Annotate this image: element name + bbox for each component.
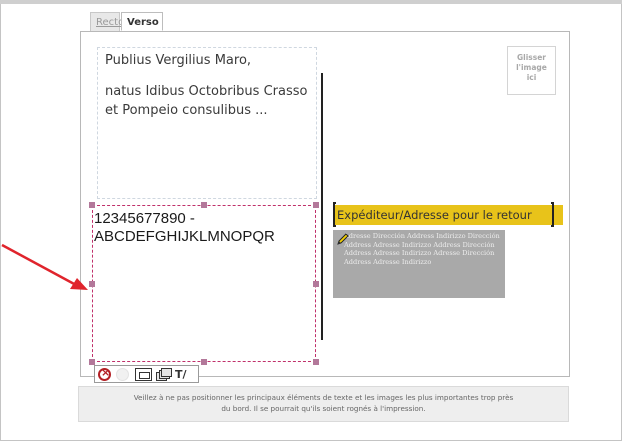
drop-zone-line-2: l'image <box>516 63 547 72</box>
close-icon[interactable] <box>98 366 111 381</box>
return-address-label[interactable]: Expéditeur/Adresse pour le retour <box>333 205 563 225</box>
print-warning-note: Veillez à ne pas positionner les princip… <box>78 386 569 422</box>
resize-handle-nw[interactable] <box>89 202 95 208</box>
bracket-left <box>333 202 336 227</box>
top-stripe <box>0 0 622 4</box>
selected-text-line-1: 12345677890 - <box>94 210 195 227</box>
resize-handle-ne[interactable] <box>313 202 319 208</box>
resize-handle-n[interactable] <box>201 202 207 208</box>
selected-text-line-2: ABCDEFGHIJKLMNOPQR <box>94 228 275 245</box>
circle-icon[interactable] <box>116 368 129 381</box>
resize-handle-se[interactable] <box>313 359 319 365</box>
tab-recto[interactable]: Recto <box>90 12 124 31</box>
drop-zone-line-1: Glisser <box>516 53 546 62</box>
card-divider <box>321 73 323 340</box>
bracket-right <box>551 202 554 227</box>
element-toolbar: T/ <box>94 365 199 383</box>
sender-text-box[interactable]: Publius Vergilius Maro, natus Idibus Oct… <box>97 47 317 199</box>
pencil-icon[interactable] <box>336 232 350 246</box>
tab-verso[interactable]: Verso <box>121 12 163 31</box>
selected-text-content: 12345677890 - ABCDEFGHIJKLMNOPQR <box>94 210 275 246</box>
text-edit-icon[interactable]: T/ <box>175 368 191 381</box>
return-address-placeholder[interactable]: Adresse Dirección Address Indirizzo Dire… <box>333 230 505 298</box>
sender-line-3: et Pompeio consulibus ... <box>105 103 268 118</box>
print-warning-line-2: du bord. Il se pourrait qu'ils soient ro… <box>221 404 426 413</box>
fit-icon[interactable] <box>135 368 152 381</box>
sender-line-2: natus Idibus Octobribus Crasso <box>105 84 308 99</box>
drop-zone-line-3: ici <box>526 73 537 82</box>
sender-line-1: Publius Vergilius Maro, <box>105 53 252 68</box>
resize-handle-e[interactable] <box>313 281 319 287</box>
resize-handle-w[interactable] <box>89 281 95 287</box>
layers-icon[interactable] <box>156 368 172 381</box>
resize-handle-s[interactable] <box>201 359 207 365</box>
print-warning-line-1: Veillez à ne pas positionner les princip… <box>133 393 514 402</box>
image-drop-zone[interactable]: Glisser l'image ici <box>507 46 556 95</box>
